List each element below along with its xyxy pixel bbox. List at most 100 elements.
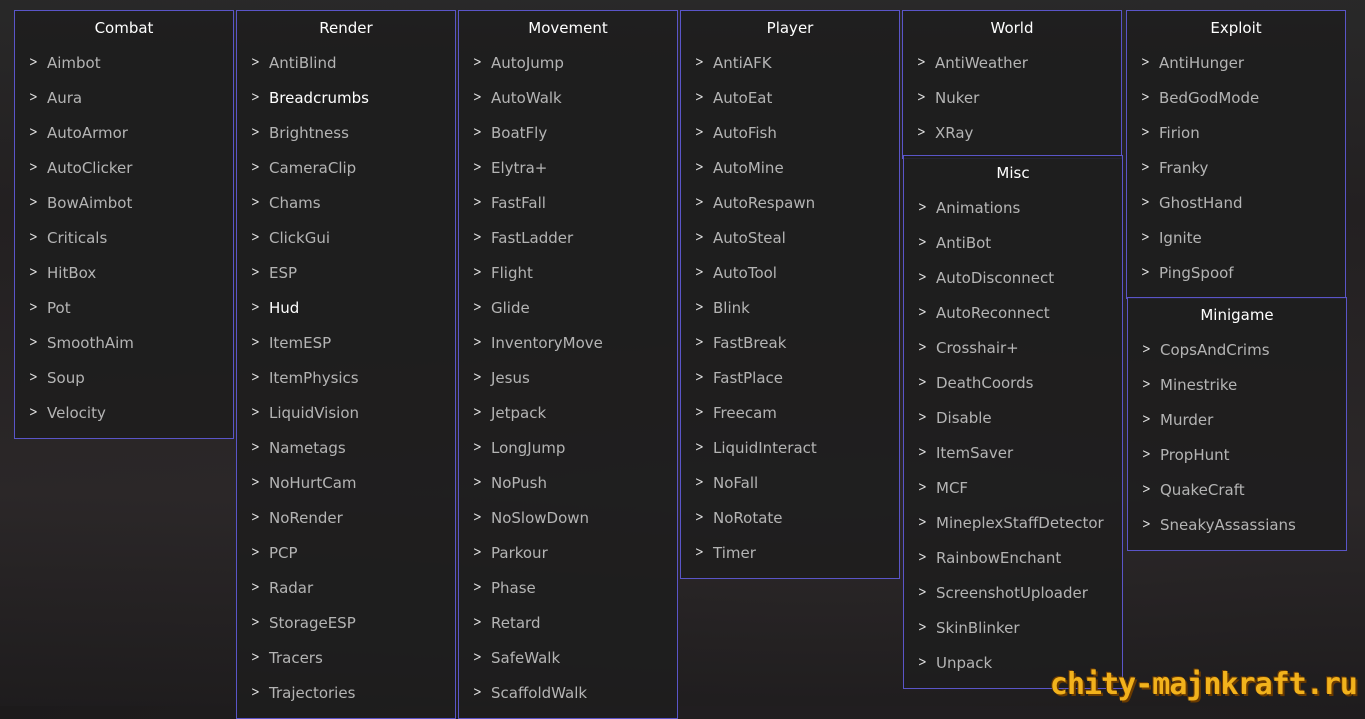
panel-title[interactable]: Render: [237, 11, 455, 45]
module-autoreconnect[interactable]: > AutoReconnect: [904, 295, 1122, 330]
module-screenshotuploader[interactable]: > ScreenshotUploader: [904, 575, 1122, 610]
module-nametags[interactable]: > Nametags: [237, 430, 455, 465]
panel-player[interactable]: Player > AntiAFK > AutoEat > AutoFish > AutoMine…: [680, 10, 900, 579]
panel-minigame[interactable]: Minigame > CopsAndCrims > Minestrike > Murder >…: [1127, 297, 1347, 551]
panel-render[interactable]: Render > AntiBlind > Breadcrumbs > Brightness >…: [236, 10, 456, 719]
module-minestrike[interactable]: > Minestrike: [1128, 367, 1346, 402]
module-criticals[interactable]: > Criticals: [15, 220, 233, 255]
panel-title[interactable]: Minigame: [1128, 298, 1346, 332]
module-antiblind[interactable]: > AntiBlind: [237, 45, 455, 80]
module-blink[interactable]: > Blink: [681, 290, 899, 325]
module-retard[interactable]: > Retard: [459, 605, 677, 640]
module-autoclicker[interactable]: > AutoClicker: [15, 150, 233, 185]
panel-title[interactable]: Misc: [904, 156, 1122, 190]
module-jesus[interactable]: > Jesus: [459, 360, 677, 395]
module-aimbot[interactable]: > Aimbot: [15, 45, 233, 80]
module-soup[interactable]: > Soup: [15, 360, 233, 395]
module-phase[interactable]: > Phase: [459, 570, 677, 605]
module-radar[interactable]: > Radar: [237, 570, 455, 605]
module-nopush[interactable]: > NoPush: [459, 465, 677, 500]
module-liquidinteract[interactable]: > LiquidInteract: [681, 430, 899, 465]
module-mineplexstaffdetector[interactable]: > MineplexStaffDetector: [904, 505, 1122, 540]
module-scaffoldwalk[interactable]: > ScaffoldWalk: [459, 675, 677, 710]
module-smoothaim[interactable]: > SmoothAim: [15, 325, 233, 360]
module-franky[interactable]: > Franky: [1127, 150, 1345, 185]
module-bowaimbot[interactable]: > BowAimbot: [15, 185, 233, 220]
module-liquidvision[interactable]: > LiquidVision: [237, 395, 455, 430]
module-autoarmor[interactable]: > AutoArmor: [15, 115, 233, 150]
module-xray[interactable]: > XRay: [903, 115, 1121, 150]
module-disable[interactable]: > Disable: [904, 400, 1122, 435]
module-ghosthand[interactable]: > GhostHand: [1127, 185, 1345, 220]
module-norender[interactable]: > NoRender: [237, 500, 455, 535]
module-sneakyassassians[interactable]: > SneakyAssassians: [1128, 507, 1346, 542]
module-tracers[interactable]: > Tracers: [237, 640, 455, 675]
module-inventorymove[interactable]: > InventoryMove: [459, 325, 677, 360]
module-storageesp[interactable]: > StorageESP: [237, 605, 455, 640]
module-fastplace[interactable]: > FastPlace: [681, 360, 899, 395]
module-hud[interactable]: > Hud: [237, 290, 455, 325]
module-norotate[interactable]: > NoRotate: [681, 500, 899, 535]
module-autodisconnect[interactable]: > AutoDisconnect: [904, 260, 1122, 295]
module-itemesp[interactable]: > ItemESP: [237, 325, 455, 360]
panel-world[interactable]: World > AntiWeather > Nuker > XRay: [902, 10, 1122, 159]
module-autowalk[interactable]: > AutoWalk: [459, 80, 677, 115]
module-trajectories[interactable]: > Trajectories: [237, 675, 455, 710]
module-nuker[interactable]: > Nuker: [903, 80, 1121, 115]
module-boatfly[interactable]: > BoatFly: [459, 115, 677, 150]
module-flight[interactable]: > Flight: [459, 255, 677, 290]
module-nohurtcam[interactable]: > NoHurtCam: [237, 465, 455, 500]
module-safewalk[interactable]: > SafeWalk: [459, 640, 677, 675]
module-clickgui[interactable]: > ClickGui: [237, 220, 455, 255]
module-esp[interactable]: > ESP: [237, 255, 455, 290]
panel-title[interactable]: Movement: [459, 11, 677, 45]
module-chams[interactable]: > Chams: [237, 185, 455, 220]
module-antihunger[interactable]: > AntiHunger: [1127, 45, 1345, 80]
module-bedgodmode[interactable]: > BedGodMode: [1127, 80, 1345, 115]
module-pot[interactable]: > Pot: [15, 290, 233, 325]
module-antiafk[interactable]: > AntiAFK: [681, 45, 899, 80]
module-cameraclip[interactable]: > CameraClip: [237, 150, 455, 185]
module-antibot[interactable]: > AntiBot: [904, 225, 1122, 260]
panel-title[interactable]: Player: [681, 11, 899, 45]
module-quakecraft[interactable]: > QuakeCraft: [1128, 472, 1346, 507]
module-velocity[interactable]: > Velocity: [15, 395, 233, 430]
panel-combat[interactable]: Combat > Aimbot > Aura > AutoArmor > AutoClicker…: [14, 10, 234, 439]
module-elytra-[interactable]: > Elytra+: [459, 150, 677, 185]
module-antiweather[interactable]: > AntiWeather: [903, 45, 1121, 80]
module-fastladder[interactable]: > FastLadder: [459, 220, 677, 255]
module-autorespawn[interactable]: > AutoRespawn: [681, 185, 899, 220]
module-skinblinker[interactable]: > SkinBlinker: [904, 610, 1122, 645]
module-automine[interactable]: > AutoMine: [681, 150, 899, 185]
module-fastfall[interactable]: > FastFall: [459, 185, 677, 220]
panel-title[interactable]: Combat: [15, 11, 233, 45]
module-fastbreak[interactable]: > FastBreak: [681, 325, 899, 360]
module-autojump[interactable]: > AutoJump: [459, 45, 677, 80]
module-nofall[interactable]: > NoFall: [681, 465, 899, 500]
module-longjump[interactable]: > LongJump: [459, 430, 677, 465]
module-murder[interactable]: > Murder: [1128, 402, 1346, 437]
module-noslowdown[interactable]: > NoSlowDown: [459, 500, 677, 535]
module-hitbox[interactable]: > HitBox: [15, 255, 233, 290]
panel-title[interactable]: World: [903, 11, 1121, 45]
module-aura[interactable]: > Aura: [15, 80, 233, 115]
module-breadcrumbs[interactable]: > Breadcrumbs: [237, 80, 455, 115]
module-jetpack[interactable]: > Jetpack: [459, 395, 677, 430]
panel-misc[interactable]: Misc > Animations > AntiBot > AutoDisconnect > A…: [903, 155, 1123, 689]
module-pcp[interactable]: > PCP: [237, 535, 455, 570]
module-deathcoords[interactable]: > DeathCoords: [904, 365, 1122, 400]
module-animations[interactable]: > Animations: [904, 190, 1122, 225]
panel-movement[interactable]: Movement > AutoJump > AutoWalk > BoatFly > Elytr…: [458, 10, 678, 719]
panel-title[interactable]: Exploit: [1127, 11, 1345, 45]
module-mcf[interactable]: > MCF: [904, 470, 1122, 505]
module-copsandcrims[interactable]: > CopsAndCrims: [1128, 332, 1346, 367]
module-glide[interactable]: > Glide: [459, 290, 677, 325]
module-pingspoof[interactable]: > PingSpoof: [1127, 255, 1345, 290]
module-parkour[interactable]: > Parkour: [459, 535, 677, 570]
panel-exploit[interactable]: Exploit > AntiHunger > BedGodMode > Firion > Fra…: [1126, 10, 1346, 299]
module-rainbowenchant[interactable]: > RainbowEnchant: [904, 540, 1122, 575]
module-autotool[interactable]: > AutoTool: [681, 255, 899, 290]
module-brightness[interactable]: > Brightness: [237, 115, 455, 150]
module-firion[interactable]: > Firion: [1127, 115, 1345, 150]
module-timer[interactable]: > Timer: [681, 535, 899, 570]
